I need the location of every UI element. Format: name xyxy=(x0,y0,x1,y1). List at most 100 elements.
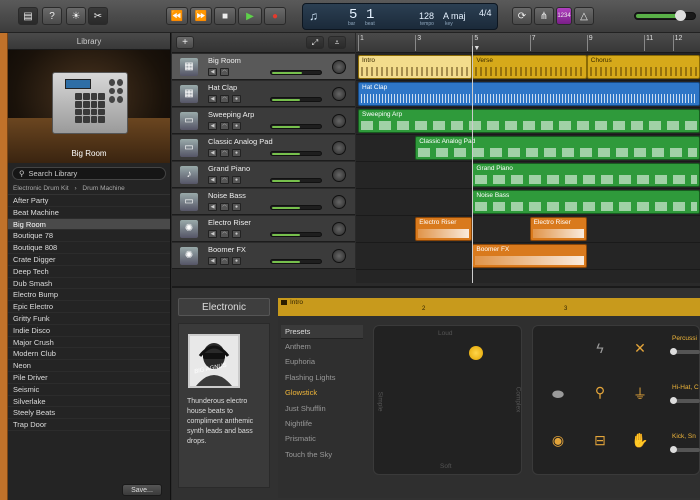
breadcrumb-item[interactable]: Drum Machine xyxy=(82,185,124,192)
region[interactable]: Verse xyxy=(472,55,587,79)
library-item[interactable]: Beat Machine xyxy=(8,207,170,219)
solo-button[interactable]: ◠ xyxy=(220,68,229,76)
track-header[interactable]: ✺ Electro Riser ◀ ◠ ● xyxy=(172,216,355,242)
library-item[interactable]: Steely Beats xyxy=(8,407,170,420)
master-volume-slider[interactable] xyxy=(634,10,696,21)
track-volume-slider[interactable] xyxy=(270,97,322,102)
library-item[interactable]: Seismic xyxy=(8,384,170,396)
record-enable-button[interactable]: ● xyxy=(232,122,241,130)
mute-button[interactable]: ◀ xyxy=(208,257,217,265)
region[interactable]: Noise Bass xyxy=(472,190,700,214)
library-item[interactable]: Boutique 78 xyxy=(8,230,170,243)
track-header[interactable]: ♪ Grand Piano ◀ ◠ ● xyxy=(172,162,355,188)
region[interactable]: Electro Riser xyxy=(529,217,587,241)
preset-item[interactable]: Glowstick xyxy=(281,385,363,400)
metronome-button[interactable]: △ xyxy=(574,7,594,25)
pan-knob[interactable] xyxy=(332,87,346,101)
save-patch-button[interactable]: Save... xyxy=(122,484,162,496)
pan-knob[interactable] xyxy=(332,114,346,128)
smart-controls-button[interactable]: ☀ xyxy=(66,7,86,25)
pan-knob[interactable] xyxy=(332,222,346,236)
solo-button[interactable]: ◠ xyxy=(220,257,229,265)
solo-button[interactable]: ◠ xyxy=(220,230,229,238)
library-item[interactable]: Epic Electro xyxy=(8,301,170,313)
record-enable-button[interactable]: ● xyxy=(232,203,241,211)
slider-knob[interactable] xyxy=(670,446,677,453)
record-enable-button[interactable]: ● xyxy=(232,95,241,103)
library-search-field[interactable]: ⚲ Search Library xyxy=(12,167,166,180)
xy-pad[interactable]: Loud Soft Simple Complex xyxy=(373,325,522,475)
track-volume-slider[interactable] xyxy=(270,232,322,237)
library-item[interactable]: Crate Digger xyxy=(8,254,170,266)
track-volume-slider[interactable] xyxy=(270,70,322,75)
rewind-button[interactable]: ⏪ xyxy=(166,7,188,25)
library-toggle-button[interactable]: ▤ xyxy=(18,7,38,25)
master-volume-knob[interactable] xyxy=(675,10,686,21)
editor-ruler[interactable]: Intro 2 3 xyxy=(278,298,700,316)
mute-button[interactable]: ◀ xyxy=(208,95,217,103)
region[interactable]: Boomer FX xyxy=(472,244,587,268)
track-header[interactable]: ▭ Noise Bass ◀ ◠ ● xyxy=(172,189,355,215)
track-volume-slider[interactable] xyxy=(270,205,322,210)
lcd-display[interactable]: ♫ 5 1 bar beat 128 tempo A maj key 4/4 xyxy=(302,3,498,30)
library-item[interactable]: Electro Bump xyxy=(8,289,170,302)
region[interactable]: Chorus xyxy=(586,55,700,79)
record-enable-button[interactable]: ● xyxy=(232,257,241,265)
add-track-button[interactable]: + xyxy=(176,36,194,49)
hihat-slider[interactable] xyxy=(670,397,700,404)
lightning-icon[interactable]: ϟ xyxy=(589,340,611,356)
region[interactable]: Electro Riser xyxy=(415,217,473,241)
drummer-avatar[interactable]: BIG AGNUS xyxy=(188,334,240,388)
track-lane[interactable] xyxy=(356,216,700,243)
track-volume-slider[interactable] xyxy=(270,151,322,156)
pan-knob[interactable] xyxy=(332,195,346,209)
solo-button[interactable]: ◠ xyxy=(220,203,229,211)
arrangement-area[interactable]: Intro Verse Chorus Hat Clap Sweeping Arp Clas… xyxy=(356,53,700,283)
track-header[interactable]: ✺ Boomer FX ◀ ◠ ● xyxy=(172,243,355,269)
library-item[interactable]: Indie Disco xyxy=(8,325,170,337)
preset-item[interactable]: Flashing Lights xyxy=(281,370,363,385)
track-header[interactable]: ▭ Classic Analog Pad ◀ ◠ ● xyxy=(172,135,355,161)
library-item[interactable]: Modern Club xyxy=(8,348,170,361)
playhead-marker-icon[interactable]: ▼ xyxy=(473,45,480,52)
drummer-genre-label[interactable]: Electronic xyxy=(178,298,270,316)
cymbal-icon[interactable]: ⏚ xyxy=(629,384,651,404)
region[interactable]: Intro xyxy=(358,55,473,79)
preset-item[interactable]: Touch the Sky xyxy=(281,447,363,462)
solo-button[interactable]: ◠ xyxy=(220,122,229,130)
mute-button[interactable]: ◀ xyxy=(208,149,217,157)
tuner-button[interactable]: ⋔ xyxy=(534,7,554,25)
mute-button[interactable]: ◀ xyxy=(208,68,217,76)
pan-knob[interactable] xyxy=(332,249,346,263)
mute-button[interactable]: ◀ xyxy=(208,203,217,211)
stop-button[interactable]: ■ xyxy=(214,7,236,25)
preset-item[interactable]: Just Shufflin xyxy=(281,401,363,416)
library-item[interactable]: Big Room xyxy=(8,218,170,231)
shaker-icon[interactable]: ⬬ xyxy=(547,386,569,403)
solo-button[interactable]: ◠ xyxy=(220,149,229,157)
slider-knob[interactable] xyxy=(670,397,677,404)
playhead[interactable] xyxy=(472,46,473,283)
kick-drum-icon[interactable]: ◉ xyxy=(547,432,569,449)
snare-drum-icon[interactable]: ⊟ xyxy=(589,432,611,449)
library-item[interactable]: Dub Smash xyxy=(8,278,170,290)
drumsticks-crossed-icon[interactable]: ✕ xyxy=(629,340,651,357)
solo-button[interactable]: ◠ xyxy=(220,176,229,184)
editors-button[interactable]: ✂ xyxy=(88,7,108,25)
library-item[interactable]: Major Crush xyxy=(8,337,170,349)
count-in-button[interactable]: 1234 xyxy=(556,7,572,25)
preset-item[interactable]: Nightlife xyxy=(281,416,363,431)
region[interactable]: Hat Clap xyxy=(358,82,700,106)
percussion-slider[interactable] xyxy=(670,348,700,355)
library-item[interactable]: After Party xyxy=(8,195,170,207)
filter-button[interactable]: ⩡ xyxy=(328,36,346,49)
kick-snare-slider[interactable] xyxy=(670,446,700,453)
library-item[interactable]: Boutique 808 xyxy=(8,242,170,254)
record-enable-button[interactable]: ● xyxy=(232,230,241,238)
mute-button[interactable]: ◀ xyxy=(208,230,217,238)
region[interactable]: Classic Analog Pad xyxy=(415,136,700,160)
library-item[interactable]: Silverlake xyxy=(8,396,170,408)
solo-button[interactable]: ◠ xyxy=(220,95,229,103)
timeline-ruler[interactable]: 1 3 5 7 9 11 12 ▼ xyxy=(356,33,700,53)
help-button[interactable]: ? xyxy=(42,7,62,25)
